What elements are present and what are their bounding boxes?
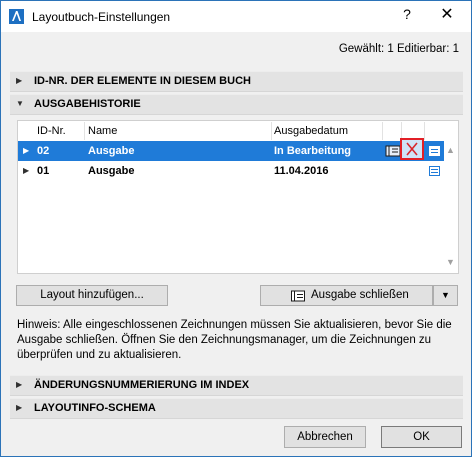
section-revision-label: ÄNDERUNGSNUMMERIERUNG IM INDEX	[34, 379, 250, 391]
row-date: 11.04.2016	[274, 165, 329, 177]
section-history[interactable]: ▼ AUSGABEHISTORIE	[10, 94, 463, 115]
table-row[interactable]: ▶ 02 Ausgabe In Bearbeitung	[18, 141, 444, 161]
triangle-right-icon: ▶	[16, 76, 23, 85]
details-icon[interactable]	[429, 166, 440, 179]
archicad-icon	[9, 9, 24, 24]
triangle-right-icon: ▶	[16, 403, 23, 412]
issue-history-list[interactable]: ID-Nr. Name Ausgabedatum ▶ 02 Ausgabe In…	[17, 120, 459, 274]
column-header-date[interactable]: Ausgabedatum	[274, 125, 348, 137]
add-layout-button[interactable]: Layout hinzufügen...	[16, 285, 168, 306]
section-layoutinfo-label: LAYOUTINFO-SCHEMA	[34, 402, 156, 414]
section-ids-label: ID-NR. DER ELEMENTE IN DIESEM BUCH	[34, 75, 251, 87]
details-icon[interactable]	[429, 146, 440, 159]
delete-x-icon[interactable]	[400, 138, 424, 160]
title-bar: Layoutbuch-Einstellungen ? ✕	[1, 1, 471, 32]
section-layoutinfo[interactable]: ▶ LAYOUTINFO-SCHEMA	[10, 398, 463, 419]
chevron-down-icon: ▼	[441, 290, 450, 300]
layout-book-settings-dialog: Layoutbuch-Einstellungen ? ✕ Gewählt: 1 …	[0, 0, 472, 457]
row-id: 02	[37, 145, 50, 157]
column-header-id[interactable]: ID-Nr.	[37, 125, 66, 137]
cancel-button[interactable]: Abbrechen	[284, 426, 366, 448]
row-id: 01	[37, 165, 50, 177]
close-issue-dropdown[interactable]: ▼	[433, 285, 458, 306]
hint-text: Hinweis: Alle eingeschlossenen Zeichnung…	[17, 319, 452, 361]
selection-info: Gewählt: 1 Editierbar: 1	[338, 43, 459, 55]
close-issue-icon	[291, 290, 305, 305]
scroll-down-arrow[interactable]: ▼	[446, 257, 455, 267]
close-issue-label: Ausgabe schließen	[311, 289, 409, 301]
window-title: Layoutbuch-Einstellungen	[32, 10, 171, 24]
triangle-right-icon: ▶	[23, 166, 30, 175]
column-header-name[interactable]: Name	[88, 125, 117, 137]
list-header: ID-Nr. Name Ausgabedatum	[18, 121, 444, 142]
triangle-right-icon: ▶	[23, 146, 30, 155]
help-button[interactable]: ?	[397, 6, 417, 22]
section-ids[interactable]: ▶ ID-NR. DER ELEMENTE IN DIESEM BUCH	[10, 71, 463, 92]
close-issue-button[interactable]: Ausgabe schließen	[260, 285, 433, 306]
section-history-label: AUSGABEHISTORIE	[34, 98, 141, 110]
row-name: Ausgabe	[88, 145, 135, 157]
triangle-down-icon: ▼	[16, 99, 24, 108]
close-button[interactable]: ✕	[437, 4, 457, 24]
row-date: In Bearbeitung	[274, 145, 352, 157]
row-name: Ausgabe	[88, 165, 135, 177]
table-row[interactable]: ▶ 01 Ausgabe 11.04.2016	[18, 161, 444, 181]
section-revision[interactable]: ▶ ÄNDERUNGSNUMMERIERUNG IM INDEX	[10, 375, 463, 396]
close-issue-icon[interactable]	[385, 144, 401, 161]
ok-button[interactable]: OK	[381, 426, 462, 448]
scroll-up-arrow[interactable]: ▲	[446, 145, 455, 155]
triangle-right-icon: ▶	[16, 380, 23, 389]
